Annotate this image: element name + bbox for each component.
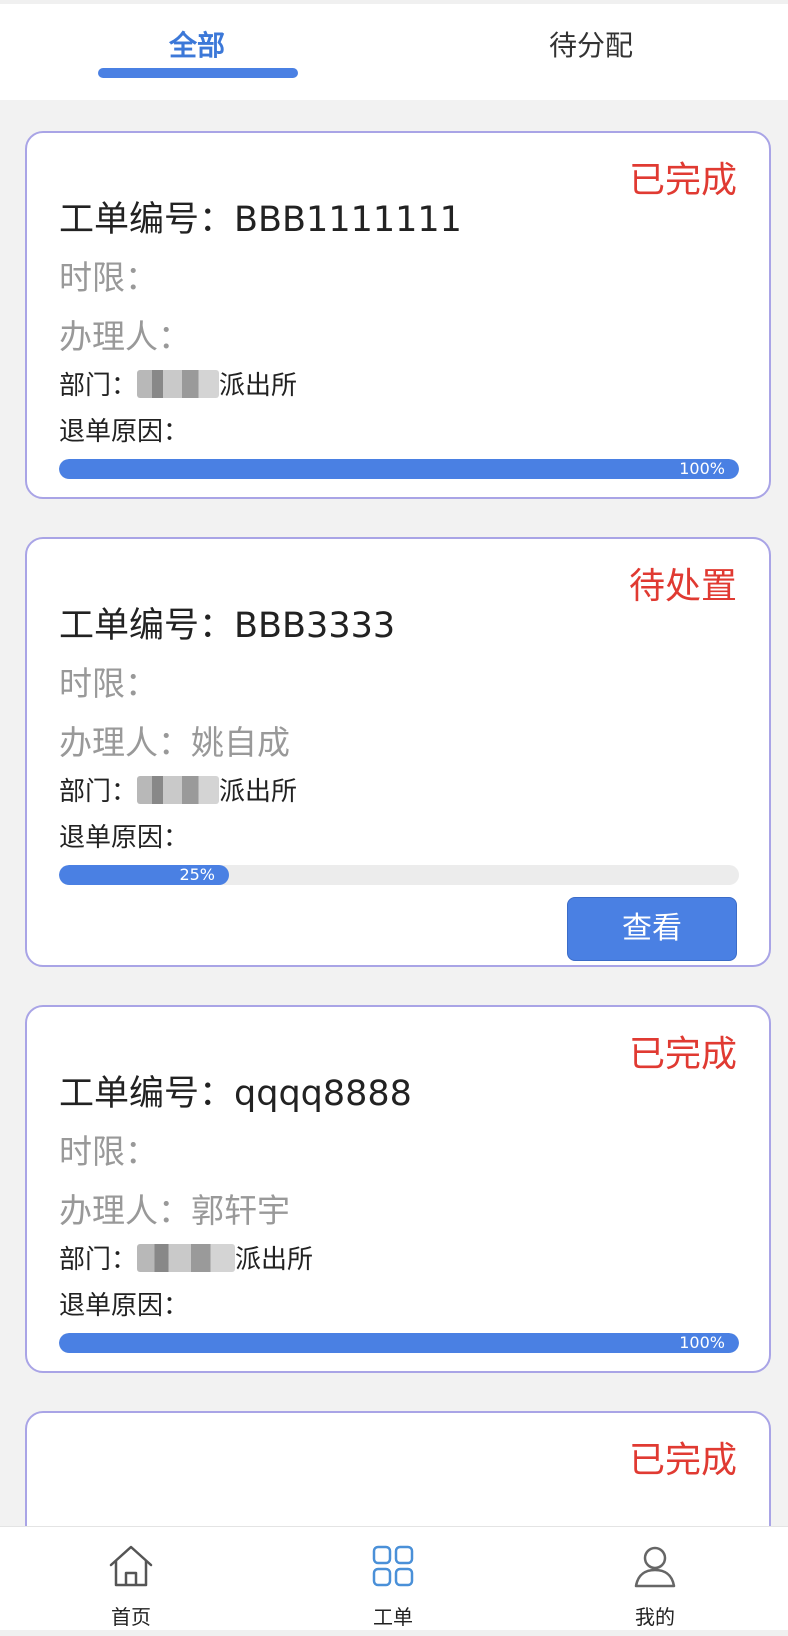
grid-icon	[372, 1545, 414, 1587]
order-number: 工单编号：BBB1111111	[59, 191, 462, 242]
order-number: 工单编号：qqqq8888	[59, 1065, 412, 1116]
handler-value: 姚自成	[191, 723, 290, 762]
bottom-nav: 首页 工单 我的	[0, 1526, 788, 1636]
redacted-block	[137, 370, 220, 398]
department: 部门： 派出所	[59, 1239, 313, 1276]
progress-label: 100%	[679, 1333, 725, 1352]
handler-label: 办理人：	[59, 723, 191, 762]
progress-bar: 25%	[59, 865, 739, 885]
order-number-value: BBB3333	[234, 606, 396, 646]
department-label: 部门：	[59, 1245, 138, 1275]
progress-fill: 25%	[59, 865, 229, 885]
work-order-card[interactable]: 待处置 工单编号：BBB3333 时限： 办理人：姚自成 部门： 派出所 退单原因…	[25, 537, 771, 967]
progress-bar: 100%	[59, 1333, 739, 1353]
order-number-value: qqqq8888	[234, 1074, 412, 1114]
status-badge: 已完成	[628, 1034, 737, 1075]
nav-work-order[interactable]: 工单	[262, 1527, 524, 1636]
nav-mine[interactable]: 我的	[524, 1527, 786, 1636]
work-order-card[interactable]: 已完成 工单编号：BBB1111111 时限： 办理人： 部门： 派出所 退单原因…	[25, 131, 771, 499]
order-number: 工单编号：BBB3333	[59, 597, 395, 648]
department-suffix: 派出所	[219, 777, 298, 807]
handler-label: 办理人：	[59, 317, 191, 356]
return-reason: 退单原因：	[59, 1285, 189, 1322]
tab-all-label: 全部	[168, 29, 225, 62]
status-badge: 已完成	[628, 160, 737, 201]
redacted-block	[137, 1244, 236, 1272]
work-order-card[interactable]: 已完成 工单编号：qqqq8888 时限： 办理人：郭轩宇 部门： 派出所 退单原…	[25, 1005, 771, 1373]
tab-pending-assign[interactable]: 待分配	[394, 4, 788, 100]
time-limit: 时限：	[59, 657, 158, 705]
nav-home[interactable]: 首页	[0, 1527, 262, 1636]
nav-mine-label: 我的	[635, 1605, 675, 1629]
progress-fill: 100%	[59, 1333, 739, 1353]
order-number-label: 工单编号：	[59, 606, 235, 646]
progress-bar: 100%	[59, 459, 739, 479]
return-reason-label: 退单原因：	[59, 823, 190, 853]
handler: 办理人：	[59, 310, 191, 358]
department-label: 部门：	[59, 777, 138, 807]
work-order-list[interactable]: 已完成 工单编号：BBB1111111 时限： 办理人： 部门： 派出所 退单原因…	[0, 100, 788, 1526]
return-reason-label: 退单原因：	[59, 1291, 190, 1321]
redacted-block	[137, 776, 220, 804]
return-reason-label: 退单原因：	[59, 417, 190, 447]
progress-label: 25%	[179, 865, 215, 884]
status-badge: 待处置	[628, 566, 737, 607]
handler-label: 办理人：	[59, 1191, 191, 1230]
return-reason: 退单原因：	[59, 411, 189, 448]
home-icon	[109, 1545, 153, 1587]
top-tab-bar: 全部 待分配	[0, 0, 788, 100]
department-label: 部门：	[59, 371, 138, 401]
order-number-value: BBB1111111	[234, 200, 462, 240]
progress-fill: 100%	[59, 459, 739, 479]
progress-label: 100%	[679, 459, 725, 478]
status-badge: 已完成	[628, 1440, 737, 1481]
order-number-label: 工单编号：	[59, 1074, 235, 1114]
department-suffix: 派出所	[235, 1245, 314, 1275]
department: 部门： 派出所	[59, 771, 297, 808]
handler-value: 郭轩宇	[191, 1191, 290, 1230]
department-suffix: 派出所	[219, 371, 298, 401]
tab-all[interactable]: 全部	[0, 4, 394, 100]
handler: 办理人：姚自成	[59, 716, 290, 764]
time-limit: 时限：	[59, 251, 158, 299]
time-limit: 时限：	[59, 1125, 158, 1173]
nav-home-label: 首页	[111, 1605, 151, 1629]
time-limit-label: 时限：	[59, 1132, 158, 1171]
nav-work-order-label: 工单	[373, 1605, 413, 1629]
view-button[interactable]: 查看	[567, 897, 737, 961]
department: 部门： 派出所	[59, 365, 297, 402]
tab-pending-assign-label: 待分配	[548, 29, 633, 62]
return-reason: 退单原因：	[59, 817, 189, 854]
time-limit-label: 时限：	[59, 664, 158, 703]
time-limit-label: 时限：	[59, 258, 158, 297]
active-tab-indicator	[98, 68, 298, 78]
work-order-card[interactable]: 已完成	[25, 1411, 771, 1526]
app-root: 全部 待分配 已完成 工单编号：BBB1111111 时限： 办理人： 部门：派…	[0, 0, 788, 1636]
user-icon	[634, 1546, 676, 1588]
handler: 办理人：郭轩宇	[59, 1184, 290, 1232]
home-indicator	[0, 1630, 788, 1636]
order-number-label: 工单编号：	[59, 200, 235, 240]
